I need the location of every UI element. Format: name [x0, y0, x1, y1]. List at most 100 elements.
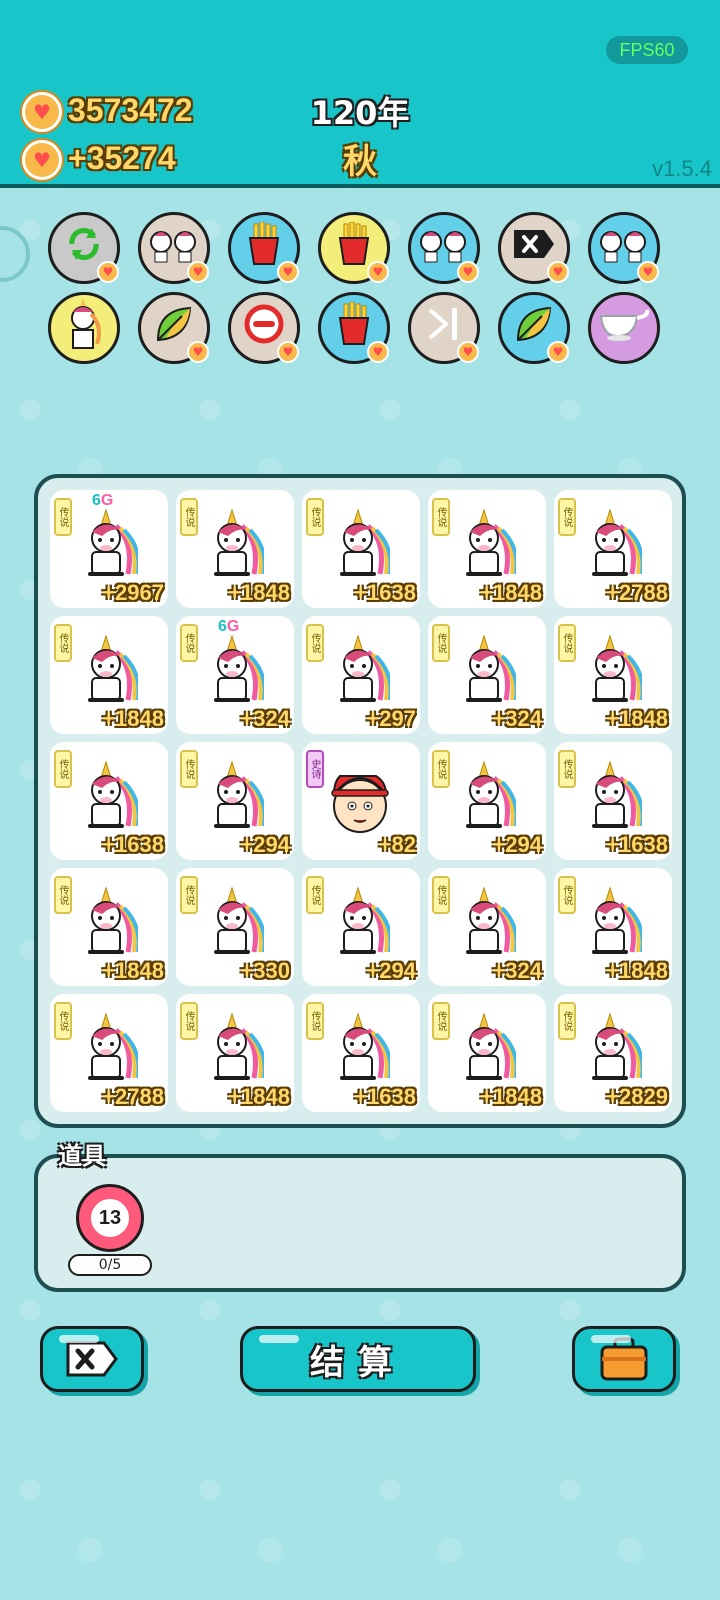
unicorn-character-icon — [80, 508, 141, 578]
delete-tag-icon — [66, 1341, 118, 1377]
season-label: 秋 — [343, 142, 377, 182]
rarity-tag: 史诗 — [306, 750, 324, 788]
game-board: 传说 6G +2967 传说 +1848 传说 +1638 传说 +1848 传说 +2788 传说 +… — [34, 474, 686, 1128]
board-tile[interactable]: 传说 +1848 — [50, 868, 168, 986]
board-tile[interactable]: 传说 +1638 — [302, 994, 420, 1112]
unicorn-character-icon — [584, 508, 645, 578]
coin-icon: ♥ — [22, 92, 62, 132]
skill-slot[interactable]: ♥ — [588, 212, 660, 284]
heart-coin-badge-icon: ♥ — [547, 261, 569, 283]
rarity-tag: 传说 — [432, 750, 450, 788]
settle-button[interactable]: 结算 — [240, 1326, 476, 1392]
board-tile[interactable]: 传说 +1848 — [428, 490, 546, 608]
rarity-tag: 传说 — [54, 624, 72, 662]
unicorn-character-icon — [206, 760, 267, 830]
heart-coin-badge-icon: ♥ — [457, 341, 479, 363]
item-count: 0/5 — [68, 1254, 152, 1276]
rarity-tag: 传说 — [306, 1002, 324, 1040]
unicorn-character-icon — [584, 1012, 645, 1082]
tile-value: +2829 — [606, 1084, 668, 1109]
skill-slot[interactable]: ♥ — [138, 212, 210, 284]
skill-slot[interactable]: ♥ — [408, 212, 480, 284]
delete-button[interactable] — [40, 1326, 144, 1392]
tile-value: +1848 — [228, 580, 290, 605]
tile-value: +1848 — [606, 706, 668, 731]
board-tile[interactable]: 传说 +330 — [176, 868, 294, 986]
board-tile[interactable]: 传说 +294 — [302, 868, 420, 986]
board-tile[interactable]: 传说 +294 — [428, 742, 546, 860]
skill-slot[interactable]: ♥ — [318, 212, 390, 284]
rarity-tag: 传说 — [432, 498, 450, 536]
board-tile[interactable]: 传说 +1848 — [176, 490, 294, 608]
skill-slot[interactable] — [48, 292, 120, 364]
skill-slot[interactable]: ♥ — [498, 292, 570, 364]
skill-slot[interactable]: ♥ — [498, 212, 570, 284]
unicorn-character-icon — [80, 886, 141, 956]
rarity-tag: 传说 — [432, 1002, 450, 1040]
unicorn-character-icon — [584, 760, 645, 830]
unicorn-character-icon — [584, 886, 645, 956]
board-tile[interactable]: 传说 6G +2967 — [50, 490, 168, 608]
board-tile[interactable]: 传说 +2788 — [554, 490, 672, 608]
skill-slot[interactable]: ♥ — [138, 292, 210, 364]
board-tile[interactable]: 传说 +2829 — [554, 994, 672, 1112]
heart-coin-badge-icon: ♥ — [637, 261, 659, 283]
unicorn-character-icon — [458, 508, 519, 578]
rarity-tag: 传说 — [54, 750, 72, 788]
board-tile[interactable]: 传说 +297 — [302, 616, 420, 734]
heart-coin-badge-icon: ♥ — [97, 261, 119, 283]
tile-value: +330 — [240, 958, 290, 983]
heart-coin-badge-icon: ♥ — [187, 261, 209, 283]
unicorn-character-icon — [332, 508, 393, 578]
rarity-tag: 传说 — [558, 1002, 576, 1040]
board-tile[interactable]: 传说 +324 — [428, 868, 546, 986]
board-tile[interactable]: 传说 +1638 — [50, 742, 168, 860]
rarity-tag: 传说 — [180, 876, 198, 914]
board-tile[interactable]: 史诗 +82 — [302, 742, 420, 860]
board-tile[interactable]: 传说 +294 — [176, 742, 294, 860]
heart-coin-badge-icon: ♥ — [367, 261, 389, 283]
board-tile[interactable]: 传说 6G +324 — [176, 616, 294, 734]
board-tile[interactable]: 传说 +1848 — [176, 994, 294, 1112]
board-tile[interactable]: 传说 +1638 — [302, 490, 420, 608]
heart-coin-badge-icon: ♥ — [187, 341, 209, 363]
board-tile[interactable]: 传说 +324 — [428, 616, 546, 734]
unicorn-character-icon — [584, 634, 645, 704]
unicorn-character-icon — [458, 634, 519, 704]
item-ball[interactable]: 13 — [76, 1184, 144, 1252]
board-tile[interactable]: 传说 +2788 — [50, 994, 168, 1112]
skill-slot[interactable]: ♥ — [408, 292, 480, 364]
income-value: +35274 — [68, 140, 176, 176]
tile-value: +1848 — [102, 706, 164, 731]
board-tile[interactable]: 传说 +1638 — [554, 742, 672, 860]
board-tile[interactable]: 传说 +1848 — [50, 616, 168, 734]
unicorn-character-icon — [80, 1012, 141, 1082]
unicorn-character-icon — [458, 886, 519, 956]
skill-slot[interactable]: ♥ — [228, 292, 300, 364]
rarity-tag: 传说 — [54, 876, 72, 914]
tile-value: +294 — [240, 832, 290, 857]
top-bar: ♥ 3573472 ♥ +35274 120年 秋 FPS60 v1.5.4 — [0, 0, 720, 188]
button-shine — [591, 1335, 631, 1343]
board-tile[interactable]: 传说 +1848 — [554, 868, 672, 986]
board-tile[interactable]: 传说 +1848 — [554, 616, 672, 734]
tile-value: +1638 — [354, 580, 416, 605]
rarity-tag: 传说 — [306, 498, 324, 536]
rarity-tag: 传说 — [306, 876, 324, 914]
tile-value: +1848 — [480, 580, 542, 605]
heart-coin-badge-icon: ♥ — [457, 261, 479, 283]
skill-slot[interactable] — [588, 292, 660, 364]
skill-slot[interactable]: ♥ — [48, 212, 120, 284]
tile-value: +324 — [492, 706, 542, 731]
rarity-tag: 传说 — [558, 876, 576, 914]
board-tile[interactable]: 传说 +1848 — [428, 994, 546, 1112]
bag-button[interactable] — [572, 1326, 676, 1392]
rarity-tag: 传说 — [558, 498, 576, 536]
skill-slot[interactable]: ♥ — [228, 212, 300, 284]
heart-coin-badge-icon: ♥ — [277, 341, 299, 363]
tile-value: +297 — [366, 706, 416, 731]
skill-slot[interactable]: ♥ — [318, 292, 390, 364]
unicorn-character-icon — [458, 1012, 519, 1082]
tile-value: +294 — [492, 832, 542, 857]
unicorn-character-icon — [332, 634, 393, 704]
